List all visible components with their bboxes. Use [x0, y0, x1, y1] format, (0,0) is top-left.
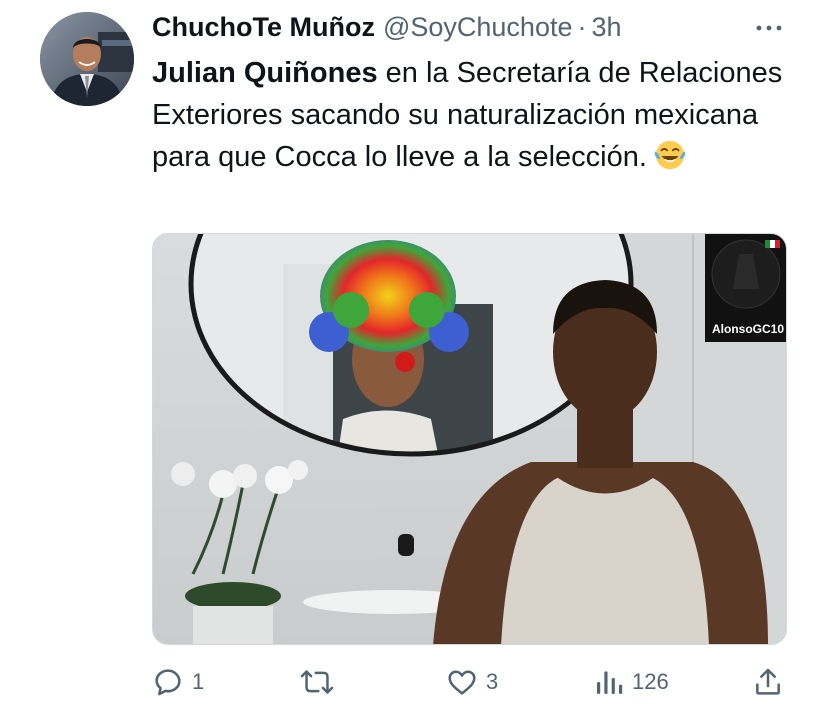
mention-name: Julian Quiñones [152, 57, 378, 89]
views-button[interactable]: 126 [594, 662, 669, 702]
reply-count: 1 [192, 669, 205, 694]
tweet-media-image[interactable]: AlonsoGC10 [152, 233, 787, 645]
like-count: 3 [486, 669, 499, 694]
views-count: 126 [632, 669, 669, 694]
timestamp[interactable]: 3h [591, 12, 621, 43]
reply-button[interactable]: 1 [152, 662, 204, 702]
separator-dot: · [577, 11, 587, 42]
tweet-header: ChuchoTe Muñoz @SoyChuchote · 3h [152, 10, 622, 44]
reply-icon [155, 669, 181, 696]
retweet-button[interactable] [300, 662, 342, 702]
share-button[interactable] [752, 662, 784, 702]
avatar[interactable] [40, 12, 134, 106]
action-bar: 1 3 126 [0, 662, 829, 702]
watermark-label: AlonsoGC10 [711, 322, 784, 336]
display-name[interactable]: ChuchoTe Muñoz [152, 12, 375, 43]
like-icon [448, 670, 476, 695]
retweet-icon [300, 670, 334, 694]
tweet-text: Julian Quiñones en la Secretaría de Rela… [152, 52, 792, 178]
tweet[interactable]: ChuchoTe Muñoz @SoyChuchote · 3h Julian … [0, 0, 829, 708]
more-button[interactable] [752, 18, 786, 38]
face-with-tears-of-joy-icon [654, 140, 686, 170]
share-icon [756, 668, 780, 695]
like-button[interactable]: 3 [446, 662, 498, 702]
more-dots-icon [756, 25, 782, 31]
user-handle[interactable]: @SoyChuchote [383, 12, 573, 43]
views-icon [597, 671, 623, 694]
